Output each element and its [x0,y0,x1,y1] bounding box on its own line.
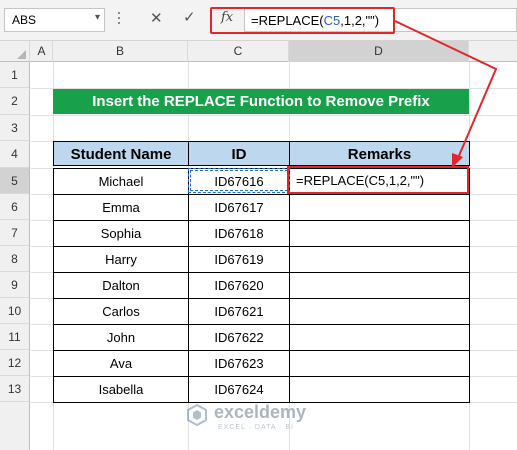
watermark-name: exceldemy [214,402,307,422]
exceldemy-watermark: exceldemy EXCEL · DATA · BI [186,400,326,440]
callout-arrow [394,20,498,168]
exceldemy-logo-icon [187,404,207,426]
watermark-tagline: EXCEL · DATA · BI [218,424,294,431]
